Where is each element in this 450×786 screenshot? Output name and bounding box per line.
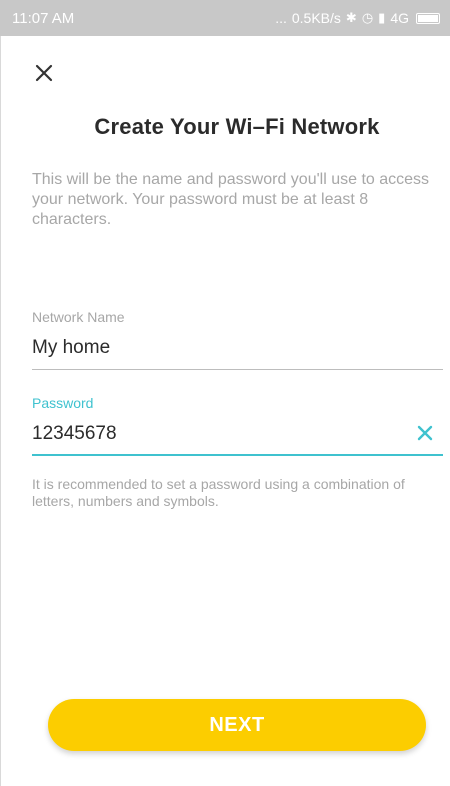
- bluetooth-icon: ✱: [345, 10, 357, 25]
- clear-password-button[interactable]: [413, 421, 437, 445]
- status-bar: 11:07 AM ... 0.5KB/s ✱ ◷ ▮ 4G: [0, 0, 450, 36]
- network-type: 4G: [390, 10, 409, 26]
- page-description: This will be the name and password you'l…: [32, 171, 430, 228]
- signal-icon: ▮: [378, 10, 386, 25]
- password-underline: [32, 454, 443, 456]
- password-hint: It is recommended to set a password usin…: [32, 476, 405, 509]
- clear-icon: [417, 425, 433, 441]
- status-indicators: ... 0.5KB/s ✱ ◷ ▮ 4G: [275, 10, 440, 26]
- password-label: Password: [32, 395, 94, 411]
- network-name-underline: [32, 369, 443, 370]
- status-dots: ...: [275, 10, 287, 26]
- close-icon: [35, 64, 53, 82]
- page-title: Create Your Wi–Fi Network: [94, 114, 380, 139]
- network-name-input[interactable]: [32, 332, 443, 364]
- password-input[interactable]: [32, 418, 407, 450]
- close-button[interactable]: [30, 59, 58, 87]
- screen-edge: [0, 36, 1, 786]
- status-time: 11:07 AM: [12, 9, 75, 27]
- alarm-icon: ◷: [361, 10, 374, 25]
- next-button[interactable]: NEXT: [48, 699, 426, 751]
- network-name-label: Network Name: [32, 309, 125, 325]
- battery-icon: [416, 12, 440, 24]
- network-speed: 0.5KB/s: [291, 10, 341, 26]
